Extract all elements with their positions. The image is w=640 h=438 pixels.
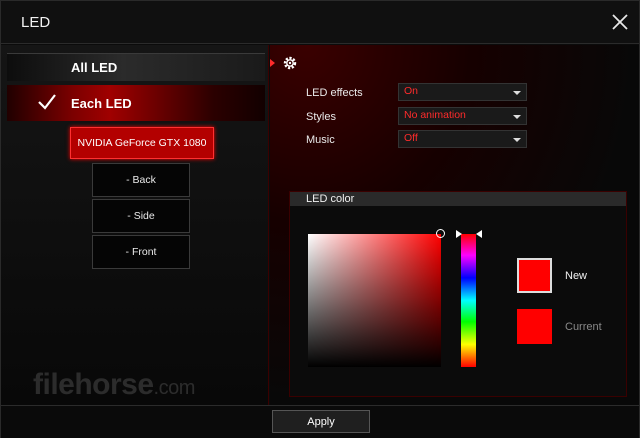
window-title: LED	[21, 14, 51, 31]
music-value: Off	[404, 132, 418, 144]
hue-slider-handle-left[interactable]	[456, 230, 462, 238]
watermark-suffix: .com	[153, 377, 196, 399]
zone-side-button[interactable]: - Side	[92, 199, 190, 233]
nav-all-led-label: All LED	[71, 60, 118, 75]
gpu-device-button[interactable]: NVIDIA GeForce GTX 1080	[70, 127, 214, 159]
chevron-down-icon	[513, 91, 521, 95]
selection-arrow-icon	[270, 59, 275, 67]
hue-slider[interactable]	[461, 234, 476, 367]
new-color-label: New	[565, 270, 588, 282]
music-dropdown[interactable]: Off	[398, 130, 527, 148]
led-color-title: LED color	[306, 193, 355, 205]
color-picker-cursor[interactable]	[436, 229, 445, 238]
gear-icon[interactable]	[282, 55, 298, 71]
current-color-label: Current	[565, 321, 602, 333]
zone-back-button[interactable]: - Back	[92, 163, 190, 197]
zone-front-button[interactable]: - Front	[92, 235, 190, 269]
current-color-swatch	[517, 309, 552, 344]
title-bar: LED	[1, 1, 639, 44]
led-effects-label: LED effects	[306, 87, 363, 99]
close-icon[interactable]	[609, 11, 631, 33]
styles-dropdown[interactable]: No animation	[398, 107, 527, 125]
music-label: Music	[306, 134, 335, 146]
nav-each-led-label: Each LED	[71, 96, 132, 111]
saturation-value-picker[interactable]	[308, 234, 441, 367]
chevron-down-icon	[513, 138, 521, 142]
styles-value: No animation	[404, 109, 466, 121]
led-effects-dropdown[interactable]: On	[398, 83, 527, 101]
led-window: LED All LED Each LED NVIDIA GeForce GTX …	[0, 0, 640, 438]
watermark-main: filehorse	[33, 368, 154, 401]
hue-slider-handle-right[interactable]	[476, 230, 482, 238]
styles-label: Styles	[306, 111, 336, 123]
filehorse-watermark: filehorse.com	[33, 368, 195, 402]
chevron-down-icon	[513, 115, 521, 119]
nav-all-led[interactable]: All LED	[7, 53, 265, 81]
led-color-header: LED color	[290, 192, 626, 206]
apply-button[interactable]: Apply	[272, 410, 370, 433]
led-effects-value: On	[404, 85, 419, 97]
new-color-swatch	[517, 258, 552, 293]
check-icon	[38, 94, 56, 110]
nav-each-led[interactable]: Each LED	[7, 85, 265, 121]
